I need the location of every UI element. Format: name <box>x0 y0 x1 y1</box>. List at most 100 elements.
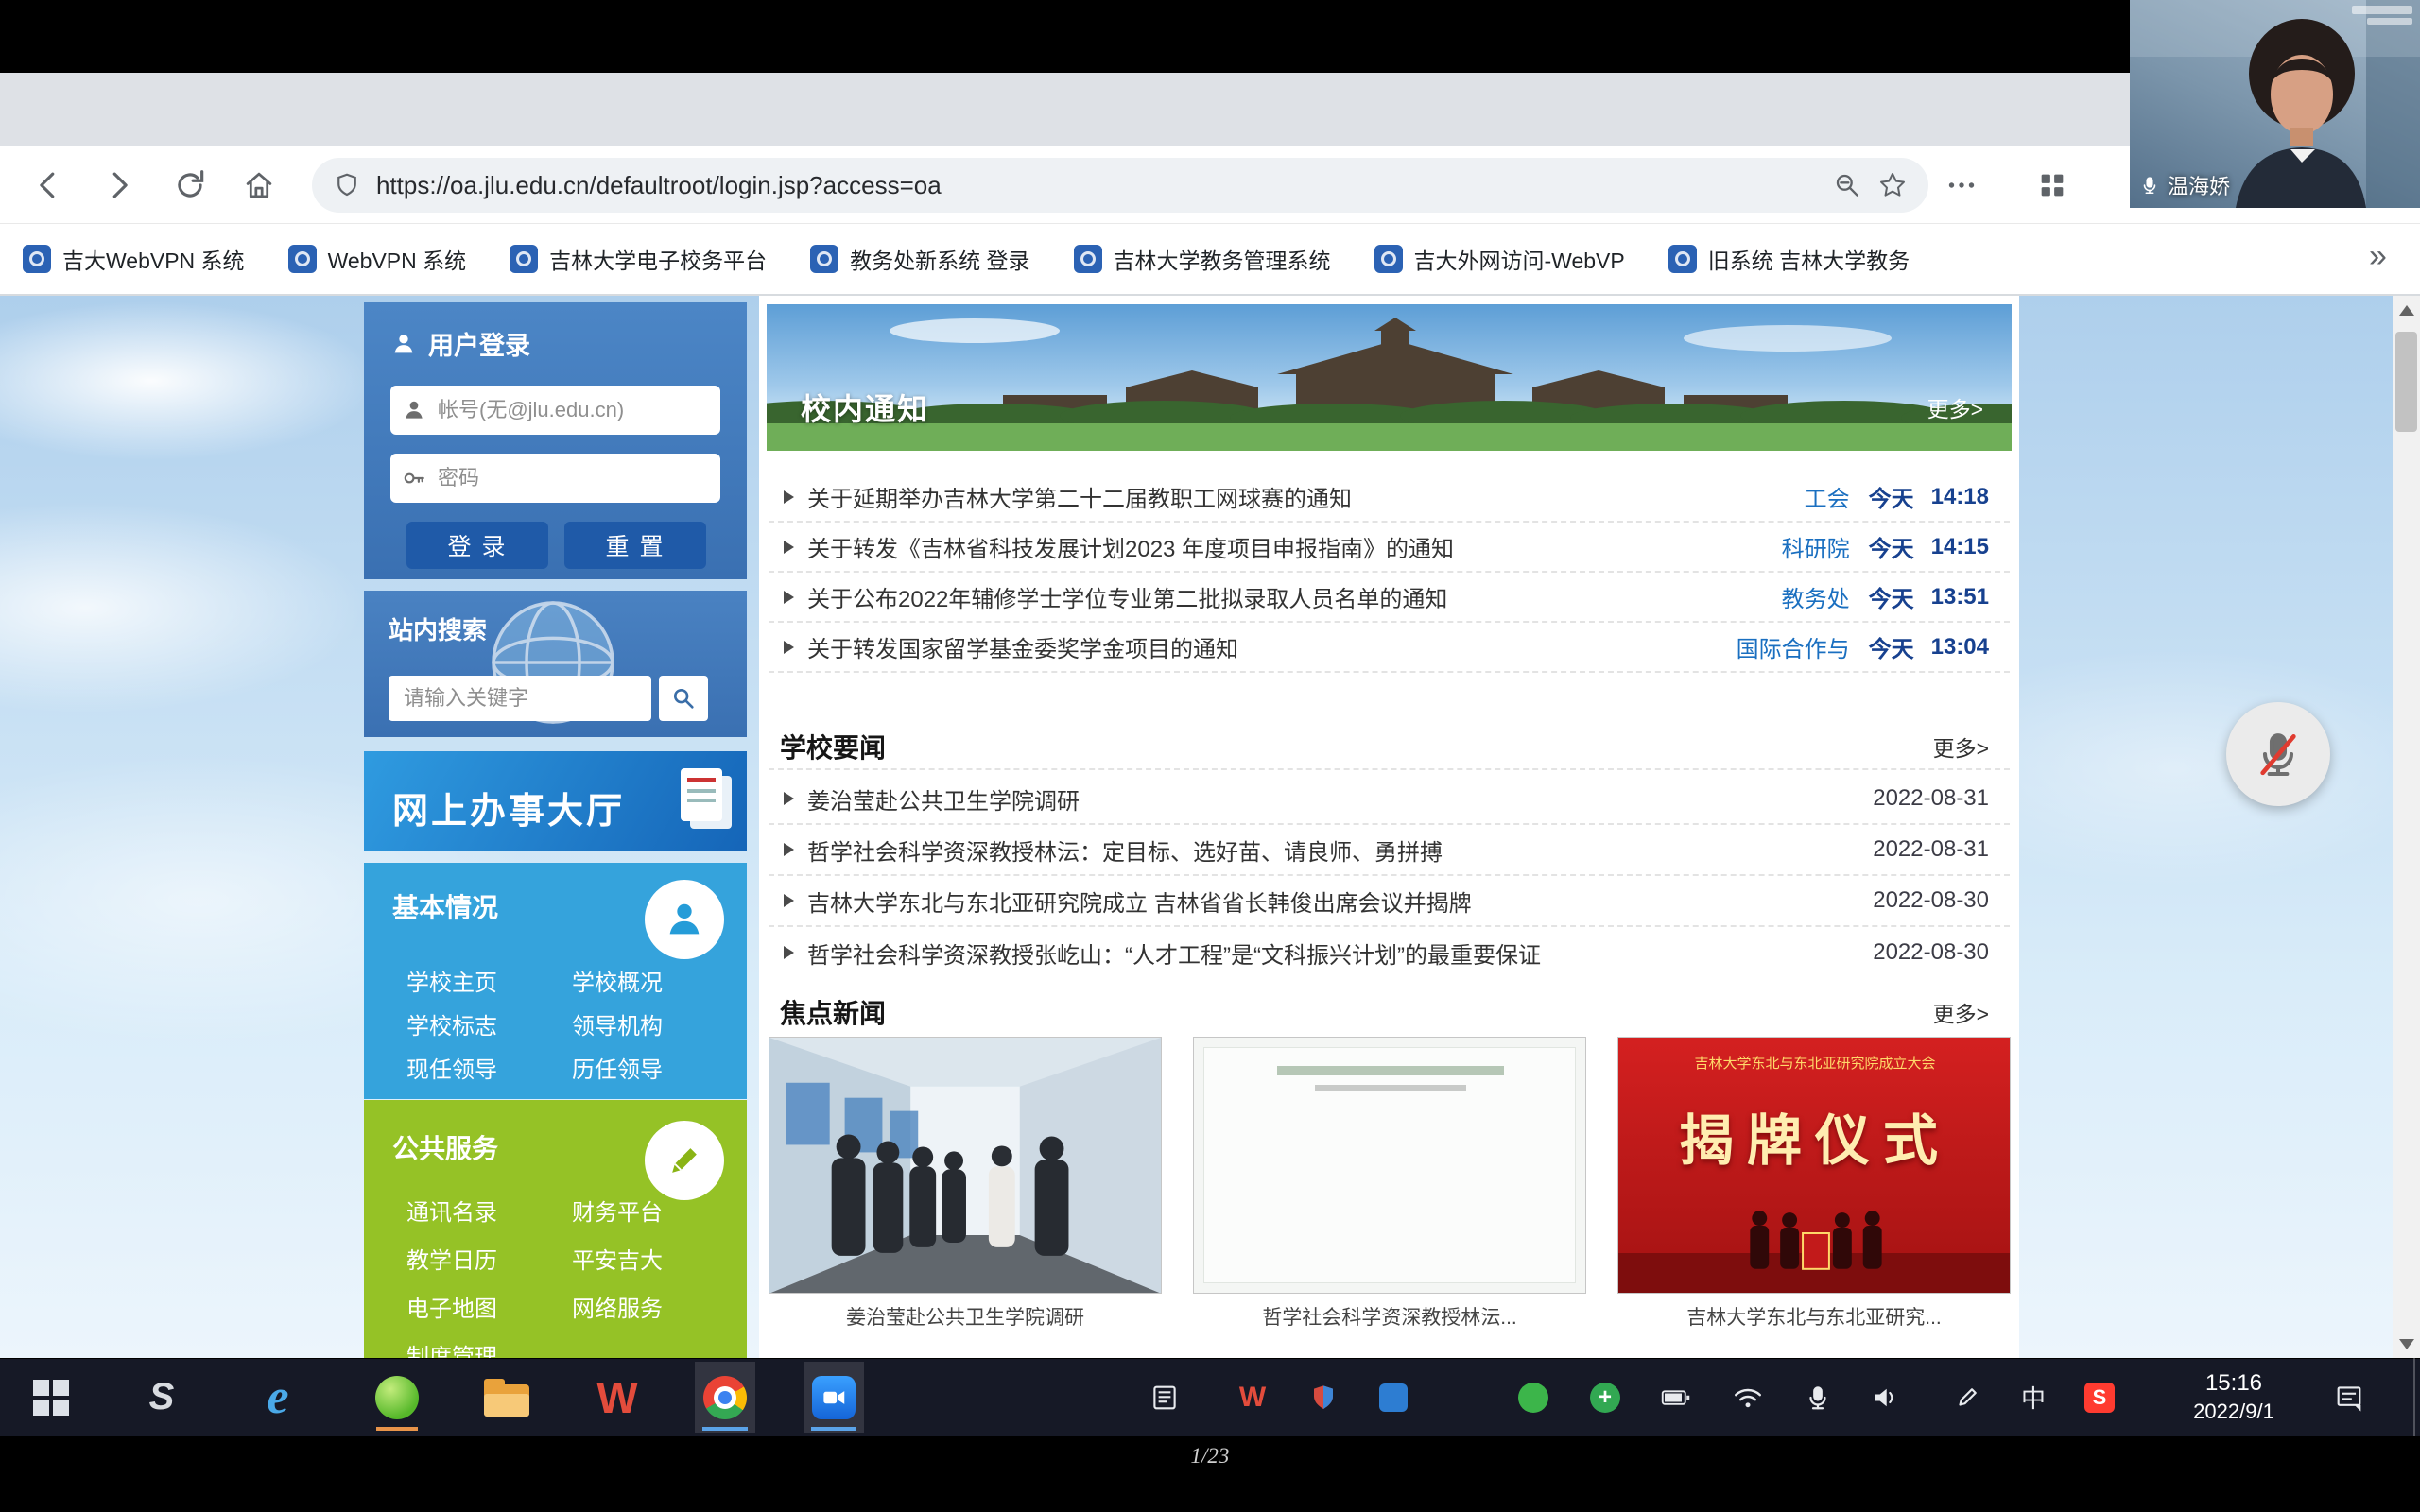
scrollbar-down-button[interactable] <box>2393 1330 2420 1358</box>
sidebar-link[interactable]: 通讯名录 <box>406 1194 572 1232</box>
reset-button[interactable]: 重 置 <box>564 522 706 569</box>
sidebar-link[interactable]: 财务平台 <box>572 1194 737 1232</box>
basic-info-title: 基本情况 <box>392 887 498 925</box>
focus-card-caption: 吉林大学东北与东北亚研究... <box>1617 1302 2011 1331</box>
sidebar-link[interactable]: 教学日历 <box>406 1243 572 1280</box>
start-button[interactable] <box>21 1362 81 1433</box>
reload-button[interactable] <box>162 157 218 214</box>
tray-security-shield-icon[interactable] <box>1297 1362 1350 1433</box>
tray-volume-icon[interactable] <box>1859 1362 1912 1433</box>
tray-battery-icon[interactable] <box>1650 1362 1703 1433</box>
chrome-taskbar-icon[interactable] <box>695 1362 755 1433</box>
tray-sogou-icon[interactable]: S <box>2073 1362 2126 1433</box>
apps-grid-icon[interactable] <box>2024 157 2081 214</box>
bullet-icon <box>784 843 794 856</box>
notice-title[interactable]: 关于公布2022年辅修学士学位专业第二批拟录取人员名单的通知 <box>807 580 1782 613</box>
forward-button[interactable] <box>91 157 147 214</box>
tray-plus-icon[interactable]: + <box>1579 1362 1632 1433</box>
notice-title[interactable]: 关于转发国家留学基金委奖学金项目的通知 <box>807 630 1737 663</box>
tray-wps-icon[interactable]: W <box>1226 1362 1279 1433</box>
sidebar-link[interactable]: 现任领导 <box>406 1052 572 1090</box>
input-language-indicator[interactable]: 中 <box>2007 1362 2060 1433</box>
notice-dept[interactable]: 国际合作与 <box>1737 630 1850 663</box>
bookmark-item[interactable]: 吉大外网访问-WebVP <box>1374 243 1625 275</box>
sidebar: 用户登录 登 录 重 置 站内搜索 <box>364 296 747 1358</box>
focus-card[interactable]: 吉林大学东北与东北亚研究院成立大会 揭牌仪式 吉林大学东北与东北亚研究... <box>1617 1037 2011 1331</box>
sidebar-link[interactable]: 学校主页 <box>406 965 572 1003</box>
bookmark-item[interactable]: 吉林大学电子校务平台 <box>510 243 767 275</box>
ie-browser-icon[interactable]: e <box>248 1362 308 1433</box>
file-explorer-icon[interactable] <box>476 1362 537 1433</box>
notice-title[interactable]: 关于转发《吉林省科技发展计划2023 年度项目申报指南》的通知 <box>807 530 1782 563</box>
notice-title[interactable]: 关于延期举办吉林大学第二十二届教职工网球赛的通知 <box>807 480 1805 513</box>
sidebar-link[interactable]: 领导机构 <box>572 1008 737 1046</box>
sidebar-link[interactable]: 网络服务 <box>572 1291 737 1329</box>
tray-blue-app-icon[interactable] <box>1367 1362 1420 1433</box>
home-button[interactable] <box>231 157 287 214</box>
360-browser-icon[interactable] <box>367 1362 427 1433</box>
meeting-app-icon[interactable] <box>804 1362 864 1433</box>
back-button[interactable] <box>20 157 77 214</box>
focus-card[interactable]: 姜治莹赴公共卫生学院调研 <box>769 1037 1162 1331</box>
sidebar-link[interactable]: 平安吉大 <box>572 1243 737 1280</box>
bookmark-star-icon[interactable] <box>1877 170 1908 200</box>
tray-pen-icon[interactable] <box>1941 1362 1994 1433</box>
site-info-shield-icon[interactable] <box>333 171 361 199</box>
news-item-title[interactable]: 哲学社会科学资深教授张屹山：“人才工程”是“文科振兴计划”的最重要保证 <box>807 936 1873 970</box>
password-input[interactable] <box>390 454 720 503</box>
wps-icon[interactable]: W <box>587 1362 648 1433</box>
scrollbar-thumb[interactable] <box>2395 332 2417 432</box>
scrollbar-up-button[interactable] <box>2393 296 2420 324</box>
bookmark-item[interactable]: 吉大WebVPN 系统 <box>23 243 245 275</box>
focus-more-link[interactable]: 更多> <box>1933 996 1989 1028</box>
login-button[interactable]: 登 录 <box>406 522 548 569</box>
address-bar[interactable]: https://oa.jlu.edu.cn/defaultroot/login.… <box>312 158 1928 213</box>
bookmark-item[interactable]: 教务处新系统 登录 <box>810 243 1029 275</box>
news-item-title[interactable]: 吉林大学东北与东北亚研究院成立 吉林省省长韩俊出席会议并揭牌 <box>807 885 1873 918</box>
sidebar-link[interactable]: 学校概况 <box>572 965 737 1003</box>
sidebar-link[interactable]: 学校标志 <box>406 1008 572 1046</box>
news-item-title[interactable]: 姜治莹赴公共卫生学院调研 <box>807 782 1873 816</box>
taskbar-clock[interactable]: 15:16 2022/9/1 <box>2163 1362 2305 1433</box>
mic-muted-button[interactable] <box>2226 702 2330 806</box>
news-item-date: 2022-08-31 <box>1873 836 1989 863</box>
tray-news-panel-icon[interactable] <box>1138 1362 1191 1433</box>
bullet-icon <box>784 541 794 554</box>
browser-tab-bar: 吉林大学电子校务平台 1 <box>0 73 2420 146</box>
notice-dept[interactable]: 工会 <box>1805 480 1850 513</box>
sogou-launcher-icon[interactable]: S <box>131 1362 192 1433</box>
zoom-out-icon[interactable] <box>1832 170 1862 200</box>
login-panel: 用户登录 登 录 重 置 <box>364 302 747 579</box>
focus-card[interactable]: 哲学社会科学资深教授林沄... <box>1193 1037 1586 1331</box>
show-desktop-sliver[interactable] <box>2413 1358 2420 1436</box>
service-hall-banner[interactable]: 网上办事大厅 <box>364 751 747 850</box>
sidebar-link[interactable]: 历任领导 <box>572 1052 737 1090</box>
bookmark-item[interactable]: WebVPN 系统 <box>288 243 467 275</box>
more-menu-icon[interactable] <box>1933 157 1990 214</box>
site-search-input[interactable] <box>389 676 651 721</box>
tray-network-icon[interactable] <box>1721 1362 1774 1433</box>
bookmark-item[interactable]: 旧系统 吉林大学教务 <box>1668 243 1910 275</box>
service-hall-title: 网上办事大厅 <box>392 782 625 833</box>
action-center-button[interactable] <box>2321 1362 2377 1433</box>
sidebar-link[interactable]: 电子地图 <box>406 1291 572 1329</box>
notices-banner: 校内通知 更多> <box>767 304 2012 451</box>
tray-mic-icon[interactable] <box>1791 1362 1844 1433</box>
news-item-date: 2022-08-31 <box>1873 785 1989 812</box>
notice-dept[interactable]: 教务处 <box>1782 580 1850 613</box>
tray-meeting-icon[interactable] <box>1436 1362 1489 1433</box>
news-item-title[interactable]: 哲学社会科学资深教授林沄：定目标、选好苗、请良师、勇拼搏 <box>807 833 1873 867</box>
account-input[interactable] <box>390 386 720 435</box>
page-scrollbar[interactable] <box>2393 296 2420 1358</box>
notice-day: 今天 <box>1869 580 1914 613</box>
bookmarks-overflow-chevron[interactable]: » <box>2369 238 2387 275</box>
bookmark-label: 吉大WebVPN 系统 <box>62 243 245 275</box>
sidebar-link[interactable]: 制度管理 <box>406 1339 572 1358</box>
basic-info-panel: 基本情况 学校主页 学校概况 学校标志 领导机构 现任领导 历任领导 <box>364 863 747 1099</box>
tray-green-app-icon[interactable] <box>1507 1362 1560 1433</box>
notices-more-link[interactable]: 更多> <box>1927 391 1983 423</box>
bookmark-item[interactable]: 吉林大学教务管理系统 <box>1074 243 1331 275</box>
news-more-link[interactable]: 更多> <box>1933 730 1989 763</box>
site-search-button[interactable] <box>659 676 708 721</box>
notice-dept[interactable]: 科研院 <box>1782 530 1850 563</box>
